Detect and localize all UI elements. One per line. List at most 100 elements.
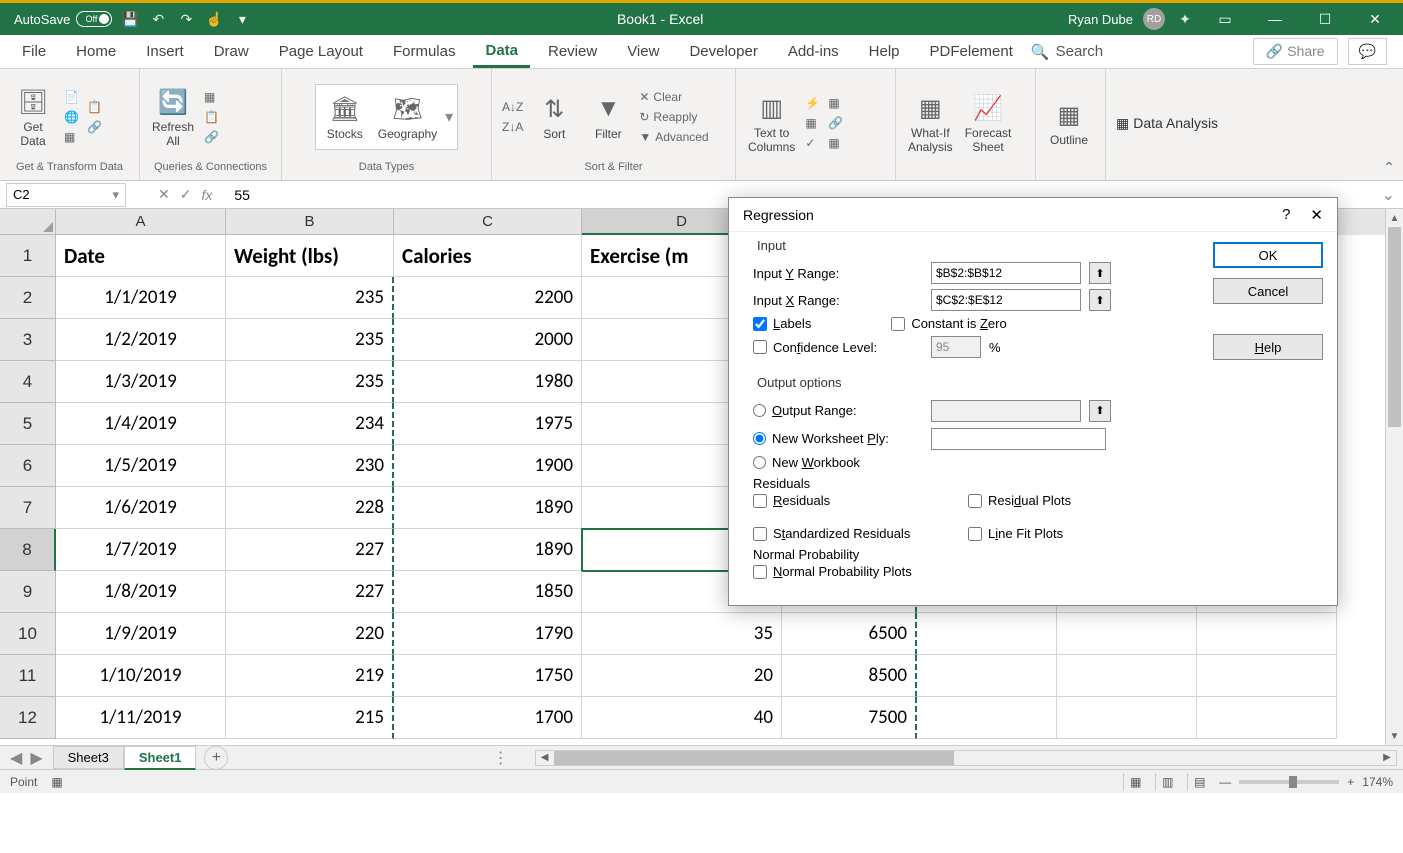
cell[interactable]: 2000 bbox=[394, 319, 582, 361]
cancel-button[interactable]: Cancel bbox=[1213, 278, 1323, 304]
cell[interactable] bbox=[1057, 613, 1197, 655]
input-y-range[interactable] bbox=[931, 262, 1081, 284]
vertical-scrollbar[interactable]: ▲ ▼ bbox=[1385, 209, 1403, 745]
new-worksheet-radio[interactable]: New Worksheet Ply: bbox=[753, 431, 923, 446]
std-residuals-checkbox[interactable]: Standardized Residuals bbox=[753, 526, 968, 541]
reapply-button[interactable]: ↻ Reapply bbox=[637, 108, 710, 126]
remove-dup-icon[interactable]: ▦ bbox=[803, 114, 822, 132]
tab-home[interactable]: Home bbox=[64, 37, 128, 66]
cell[interactable] bbox=[1197, 697, 1337, 739]
cell[interactable]: 1750 bbox=[394, 655, 582, 697]
sort-az-icon[interactable]: A↓Z bbox=[500, 98, 525, 116]
tab-draw[interactable]: Draw bbox=[202, 37, 261, 66]
cell[interactable]: 235 bbox=[226, 319, 394, 361]
cell[interactable]: 1/1/2019 bbox=[56, 277, 226, 319]
cell[interactable]: 40 bbox=[582, 697, 782, 739]
outline-button[interactable]: ▦ Outline bbox=[1044, 95, 1094, 151]
comments-button[interactable]: 💬 bbox=[1348, 38, 1387, 65]
scroll-down-icon[interactable]: ▼ bbox=[1386, 727, 1403, 745]
existing-conn-icon[interactable]: 🔗 bbox=[85, 118, 104, 136]
close-icon[interactable]: ✕ bbox=[1355, 3, 1395, 35]
sort-za-icon[interactable]: Z↓A bbox=[500, 118, 525, 136]
macro-record-icon[interactable]: ▦ bbox=[51, 775, 62, 789]
row-header-10[interactable]: 10 bbox=[0, 613, 56, 655]
edit-links-icon[interactable]: 🔗 bbox=[202, 128, 221, 146]
zoom-level[interactable]: 174% bbox=[1362, 775, 1393, 789]
scroll-up-icon[interactable]: ▲ bbox=[1386, 209, 1403, 227]
row-header-5[interactable]: 5 bbox=[0, 403, 56, 445]
constant-zero-checkbox[interactable]: Constant is Zero bbox=[891, 316, 1006, 331]
y-range-picker-icon[interactable]: ⬆ bbox=[1089, 262, 1111, 284]
cell[interactable]: 1850 bbox=[394, 571, 582, 613]
save-icon[interactable]: 💾 bbox=[120, 9, 140, 29]
row-header-6[interactable]: 6 bbox=[0, 445, 56, 487]
cell[interactable] bbox=[1197, 655, 1337, 697]
ribbon-options-icon[interactable]: ▭ bbox=[1205, 3, 1245, 35]
output-range-picker-icon[interactable]: ⬆ bbox=[1089, 400, 1111, 422]
cell[interactable]: 1790 bbox=[394, 613, 582, 655]
new-workbook-radio[interactable]: New Workbook bbox=[753, 455, 1183, 470]
refresh-all-button[interactable]: 🔄 Refresh All bbox=[148, 82, 198, 152]
row-header-9[interactable]: 9 bbox=[0, 571, 56, 613]
tab-review[interactable]: Review bbox=[536, 37, 609, 66]
dialog-help-icon[interactable]: ? bbox=[1282, 206, 1290, 223]
undo-icon[interactable]: ↶ bbox=[148, 9, 168, 29]
cell[interactable]: Calories bbox=[394, 235, 582, 277]
line-fit-checkbox[interactable]: Line Fit Plots bbox=[968, 526, 1183, 541]
sheet-tab-sheet3[interactable]: Sheet3 bbox=[53, 746, 124, 769]
cell[interactable]: 20 bbox=[582, 655, 782, 697]
row-header-7[interactable]: 7 bbox=[0, 487, 56, 529]
confidence-checkbox[interactable]: Confidence Level: bbox=[753, 340, 923, 355]
row-header-11[interactable]: 11 bbox=[0, 655, 56, 697]
scroll-thumb[interactable] bbox=[1388, 227, 1401, 427]
zoom-slider[interactable] bbox=[1239, 780, 1339, 784]
cell[interactable]: 1/4/2019 bbox=[56, 403, 226, 445]
cell[interactable]: 1/11/2019 bbox=[56, 697, 226, 739]
redo-icon[interactable]: ↷ bbox=[176, 9, 196, 29]
cell[interactable]: 235 bbox=[226, 361, 394, 403]
col-header-c[interactable]: C bbox=[394, 209, 582, 235]
confidence-value[interactable] bbox=[931, 336, 981, 358]
cell[interactable]: 219 bbox=[226, 655, 394, 697]
cell[interactable]: 230 bbox=[226, 445, 394, 487]
cell[interactable]: 1/2/2019 bbox=[56, 319, 226, 361]
cell[interactable]: 1/6/2019 bbox=[56, 487, 226, 529]
row-header-1[interactable]: 1 bbox=[0, 235, 56, 277]
add-sheet-button[interactable]: + bbox=[204, 746, 228, 770]
labels-checkbox[interactable]: Labels bbox=[753, 316, 811, 331]
zoom-in-icon[interactable]: + bbox=[1347, 775, 1354, 789]
user-avatar[interactable]: RD bbox=[1143, 8, 1165, 30]
page-break-icon[interactable]: ▤ bbox=[1187, 773, 1211, 791]
col-header-a[interactable]: A bbox=[56, 209, 226, 235]
cell[interactable]: 1700 bbox=[394, 697, 582, 739]
cell[interactable]: 1890 bbox=[394, 487, 582, 529]
qat-dropdown-icon[interactable]: ▾ bbox=[232, 9, 252, 29]
cell[interactable]: 1/8/2019 bbox=[56, 571, 226, 613]
touch-mode-icon[interactable]: ☝ bbox=[204, 9, 224, 29]
tab-formulas[interactable]: Formulas bbox=[381, 37, 468, 66]
cell[interactable]: Weight (lbs) bbox=[226, 235, 394, 277]
minimize-icon[interactable]: — bbox=[1255, 3, 1295, 35]
get-data-button[interactable]: 🗄 Get Data bbox=[8, 82, 58, 152]
next-sheet-icon[interactable]: ▶ bbox=[30, 748, 42, 768]
cell[interactable]: 7500 bbox=[782, 697, 917, 739]
residual-plots-checkbox[interactable]: Residual Plots bbox=[968, 493, 1183, 508]
validation-icon[interactable]: ✓ bbox=[803, 134, 822, 152]
residuals-checkbox[interactable]: Residuals bbox=[753, 493, 968, 508]
cell[interactable]: 215 bbox=[226, 697, 394, 739]
text-to-columns-button[interactable]: ▥ Text to Columns bbox=[744, 88, 799, 158]
tab-insert[interactable]: Insert bbox=[134, 37, 196, 66]
cell[interactable]: 1890 bbox=[394, 529, 582, 571]
cell[interactable]: 1980 bbox=[394, 361, 582, 403]
row-header-2[interactable]: 2 bbox=[0, 277, 56, 319]
row-header-4[interactable]: 4 bbox=[0, 361, 56, 403]
cell[interactable]: Date bbox=[56, 235, 226, 277]
cell[interactable] bbox=[917, 613, 1057, 655]
cell[interactable] bbox=[917, 655, 1057, 697]
tab-developer[interactable]: Developer bbox=[677, 37, 769, 66]
forecast-button[interactable]: 📈 Forecast Sheet bbox=[961, 88, 1016, 158]
tab-help[interactable]: Help bbox=[857, 37, 912, 66]
expand-formula-bar-icon[interactable]: ⌄ bbox=[1374, 185, 1403, 205]
geography-button[interactable]: 🗺 Geography bbox=[374, 89, 441, 145]
maximize-icon[interactable]: ☐ bbox=[1305, 3, 1345, 35]
